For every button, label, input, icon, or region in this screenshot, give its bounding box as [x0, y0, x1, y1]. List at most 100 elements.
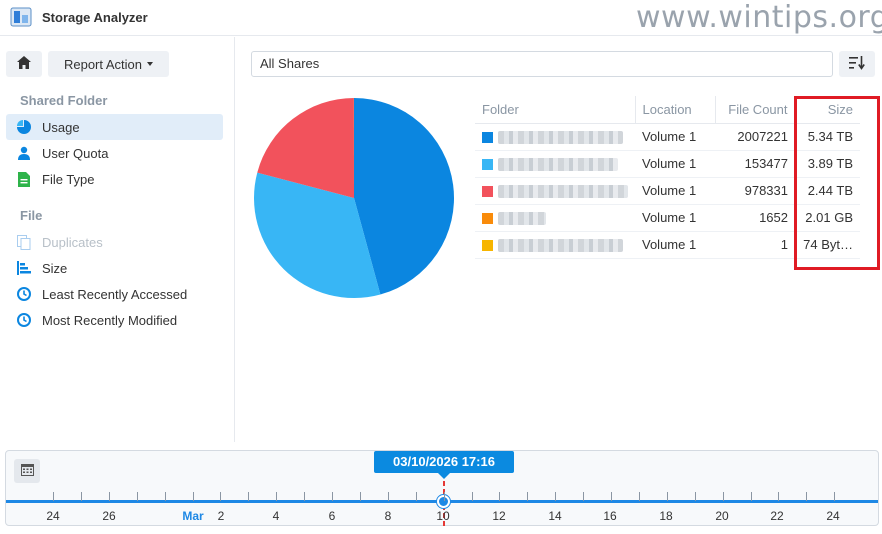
timeline-tick	[415, 492, 417, 501]
tooltip-arrow	[438, 473, 450, 479]
sidebar-item-label: Least Recently Accessed	[42, 286, 188, 302]
folder-color-swatch	[482, 159, 493, 171]
sidebar-item-file-type[interactable]: File Type	[6, 166, 223, 192]
timeline-tick	[53, 492, 54, 501]
sidebar: Report Action Shared Folder Usage User Q…	[0, 37, 235, 442]
timeline-day-label: 18	[659, 509, 673, 523]
sidebar-item-label: Duplicates	[42, 234, 103, 250]
share-filter-select[interactable]: All Shares	[251, 51, 833, 77]
table-row[interactable]: Volume 1 1652 2.01 GB	[475, 204, 860, 232]
size-cell: 2.01 GB	[795, 204, 860, 232]
storage-analyzer-icon	[10, 6, 32, 28]
sort-button[interactable]	[839, 51, 875, 77]
timeline-tick	[499, 492, 501, 501]
table-row[interactable]: Volume 1 2007221 5.34 TB	[475, 123, 860, 151]
sidebar-item-size[interactable]: Size	[6, 255, 223, 281]
file-count-cell: 2007221	[715, 123, 795, 151]
snapshot-timeline[interactable]: 03/10/2026 17:16 24 26 Mar 2 4 6 8 10 12 14 16 18 20…	[5, 450, 879, 527]
timeline-tick	[248, 492, 250, 501]
timeline-day-label: 22	[770, 509, 784, 523]
calendar-icon	[20, 463, 34, 479]
timeline-tick	[80, 492, 82, 501]
size-cell: 2.44 TB	[795, 177, 860, 205]
home-button[interactable]	[6, 51, 42, 77]
file-count-cell: 1652	[715, 204, 795, 232]
sidebar-item-duplicates[interactable]: Duplicates	[6, 229, 223, 255]
folder-color-swatch	[482, 213, 493, 225]
timeline-tick	[471, 492, 473, 501]
timeline-tick	[192, 492, 194, 501]
timeline-tick	[555, 492, 557, 501]
usage-pie-chart	[253, 98, 454, 298]
size-cell: 3.89 TB	[795, 150, 860, 178]
timeline-tick	[638, 492, 640, 501]
timeline-day-label: 24	[826, 509, 840, 523]
location-cell: Volume 1	[635, 150, 715, 178]
folder-cell	[475, 231, 635, 259]
sort-icon	[849, 55, 865, 73]
app-title: Storage Analyzer	[42, 10, 148, 25]
table-row[interactable]: Volume 1 153477 3.89 TB	[475, 150, 860, 178]
folder-name-redacted	[498, 239, 623, 253]
timeline-day-label: 16	[603, 509, 617, 523]
sidebar-item-usage[interactable]: Usage	[6, 114, 223, 140]
timeline-tick	[443, 492, 445, 501]
table-row[interactable]: Volume 1 1 74 Byt…	[475, 231, 860, 259]
timeline-day-label: 24	[46, 509, 60, 523]
section-heading-file: File	[20, 208, 43, 223]
sidebar-item-label: File Type	[42, 171, 95, 187]
timeline-tick	[136, 492, 138, 501]
timeline-tick	[220, 492, 222, 501]
timeline-tick	[164, 492, 166, 501]
column-header-size[interactable]: Size	[795, 96, 860, 124]
file-count-cell: 978331	[715, 177, 795, 205]
timeline-tick	[108, 492, 110, 501]
timeline-tick	[304, 492, 306, 501]
file-count-cell: 153477	[715, 150, 795, 178]
timeline-tick	[276, 492, 278, 501]
sidebar-item-label: Most Recently Modified	[42, 312, 178, 328]
folder-name-redacted	[498, 131, 623, 145]
user-icon	[16, 145, 32, 161]
timeline-tick	[834, 492, 836, 501]
folder-cell	[475, 123, 635, 151]
sidebar-item-most-recently-modified[interactable]: Most Recently Modified	[6, 307, 223, 333]
column-header-location[interactable]: Location	[635, 96, 716, 124]
timeline-day-label: 20	[715, 509, 729, 523]
timeline-tick	[583, 492, 585, 501]
timeline-tick	[387, 492, 389, 501]
timeline-day-label: 26	[102, 509, 116, 523]
timeline-day-label: 4	[272, 509, 280, 523]
timeline-tick	[694, 492, 696, 501]
timeline-tick	[611, 492, 612, 501]
timeline-day-label: 2	[217, 509, 225, 523]
selected-date-tooltip: 03/10/2026 17:16	[374, 451, 514, 473]
calendar-button[interactable]	[14, 459, 40, 483]
timeline-tick	[332, 492, 333, 501]
table-row[interactable]: Volume 1 978331 2.44 TB	[475, 177, 860, 205]
column-header-file-count[interactable]: File Count	[715, 96, 796, 124]
location-cell: Volume 1	[635, 123, 715, 151]
section-heading-shared-folder: Shared Folder	[20, 93, 108, 108]
folder-cell	[475, 177, 635, 205]
sidebar-item-label: Usage	[42, 119, 80, 135]
timeline-tick	[722, 492, 724, 501]
size-bars-icon	[16, 260, 32, 276]
sidebar-item-least-recently-accessed[interactable]: Least Recently Accessed	[6, 281, 223, 307]
file-count-cell: 1	[715, 231, 795, 259]
timeline-tick	[666, 492, 668, 501]
caret-down-icon	[147, 62, 154, 66]
timeline-day-label: 8	[384, 509, 392, 523]
sidebar-item-user-quota[interactable]: User Quota	[6, 140, 223, 166]
timeline-day-label: 6	[328, 509, 336, 523]
timeline-tick	[359, 492, 361, 501]
folder-color-swatch	[482, 186, 493, 198]
title-bar: Storage Analyzer www.wintips.org	[0, 0, 882, 36]
folder-name-redacted	[498, 185, 628, 199]
location-cell: Volume 1	[635, 231, 715, 259]
column-header-folder[interactable]: Folder	[475, 96, 636, 124]
report-action-button[interactable]: Report Action	[48, 51, 169, 77]
report-action-label: Report Action	[63, 56, 143, 72]
clock-icon	[16, 286, 32, 302]
folder-table: Folder Location File Count Size Volume 1…	[475, 96, 860, 259]
